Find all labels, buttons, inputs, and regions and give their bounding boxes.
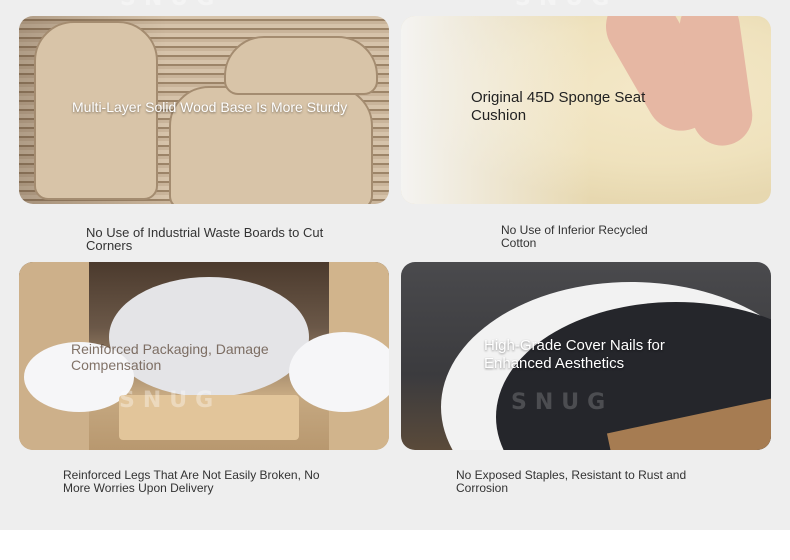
watermark: SNUG bbox=[515, 0, 617, 11]
packaging-image-card: Reinforced Packaging, Damage Compensatio… bbox=[19, 262, 389, 450]
wood-base-image-card: Multi-Layer Solid Wood Base Is More Stur… bbox=[19, 16, 389, 204]
watermark: SNUG bbox=[120, 0, 222, 11]
packaging-foam bbox=[109, 277, 309, 397]
cover-image-card: High-Grade Cover Nails for Enhanced Aest… bbox=[401, 262, 771, 450]
feature-grid: SNUG SNUG Multi-Layer Solid Wood Base Is… bbox=[0, 0, 790, 560]
card-label: Original 45D Sponge Seat Cushion bbox=[471, 89, 646, 124]
card-caption: No Use of Industrial Waste Boards to Cut… bbox=[86, 225, 324, 253]
sponge-image-card: Original 45D Sponge Seat Cushion bbox=[401, 16, 771, 204]
card-caption: Reinforced Legs That Are Not Easily Brok… bbox=[63, 468, 320, 495]
bottom-strip bbox=[0, 530, 790, 560]
watermark: SNUG bbox=[511, 390, 614, 415]
card-label: Reinforced Packaging, Damage Compensatio… bbox=[71, 341, 269, 373]
watermark: SNUG bbox=[119, 388, 222, 413]
card-label: High-Grade Cover Nails for Enhanced Aest… bbox=[484, 337, 665, 372]
card-label: Multi-Layer Solid Wood Base Is More Stur… bbox=[72, 99, 348, 115]
packaging-foam bbox=[289, 332, 389, 412]
card-caption: No Use of Inferior Recycled Cotton bbox=[501, 223, 648, 250]
board-shape bbox=[224, 36, 378, 95]
card-caption: No Exposed Staples, Resistant to Rust an… bbox=[456, 468, 687, 495]
